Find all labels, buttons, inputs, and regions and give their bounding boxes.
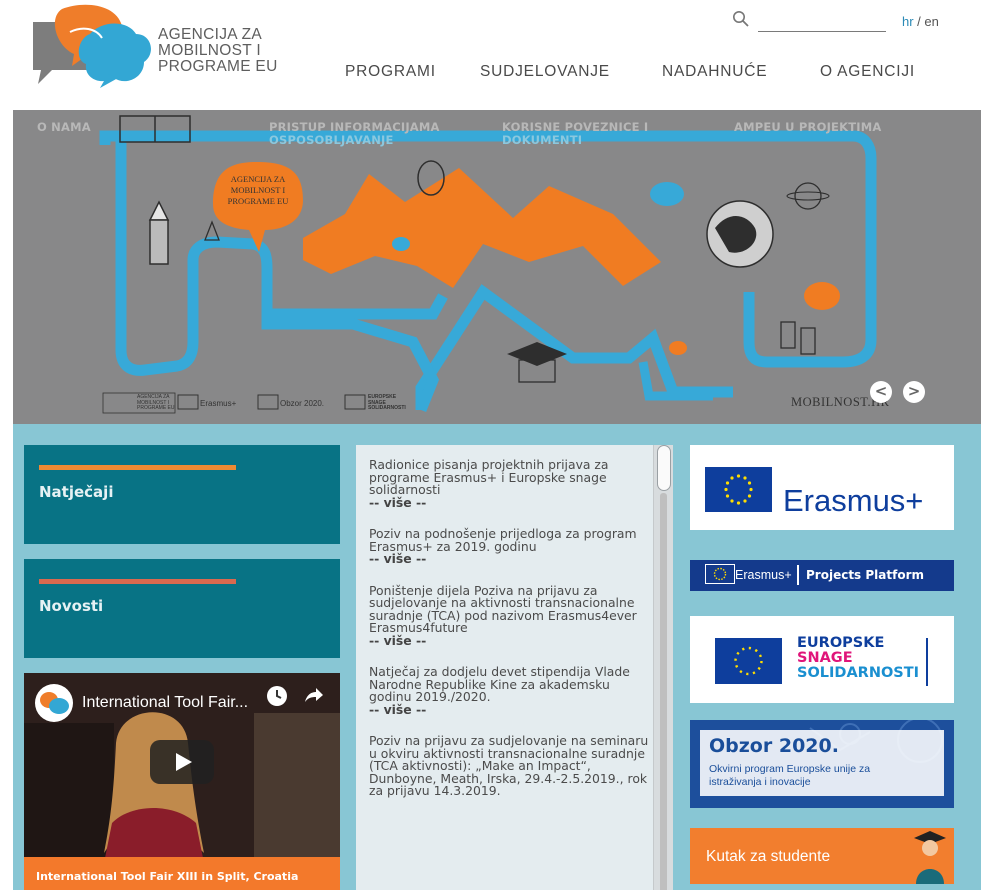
obzor-subtitle-line: Okvirni program Europske unije za bbox=[709, 763, 871, 775]
logo-line: AGENCIJA ZA bbox=[158, 26, 263, 43]
nav-o-agenciji[interactable]: O AGENCIJI bbox=[820, 63, 915, 81]
eu-flag-icon bbox=[705, 564, 735, 584]
novosti-box[interactable]: Novosti bbox=[24, 559, 340, 658]
lang-hr-link[interactable]: hr bbox=[902, 14, 914, 29]
hero-obzor-mini-logo: Obzor 2020. bbox=[280, 399, 325, 408]
news-items: Radionice pisanja projektnih prijava za … bbox=[369, 458, 649, 817]
news-item: Poništenje dijela Poziva na prijavu za s… bbox=[369, 584, 649, 648]
hero-subnav-pristup[interactable]: PRISTUP INFORMACIJAMA OSPOSOBLJAVANJE bbox=[269, 121, 440, 147]
hero-illustration bbox=[99, 115, 877, 414]
subnav-label: AMPEU U PROJEKTIMA bbox=[734, 120, 882, 134]
news-item-text[interactable]: Natječaj za dodjelu devet stipendija Vla… bbox=[369, 665, 649, 704]
news-scrollbar-track[interactable] bbox=[660, 493, 667, 890]
hero-next-button[interactable]: > bbox=[903, 381, 925, 403]
subnav-label: O NAMA bbox=[37, 120, 91, 134]
site-header: AGENCIJA ZA MOBILNOST I PROGRAME EU hr /… bbox=[0, 0, 988, 110]
news-item: Radionice pisanja projektnih prijava za … bbox=[369, 458, 649, 510]
news-more-link[interactable]: -- više -- bbox=[369, 496, 649, 510]
obzor-title: Obzor 2020. bbox=[709, 735, 839, 757]
search-icon[interactable] bbox=[732, 10, 750, 28]
nav-programi[interactable]: PROGRAMI bbox=[345, 63, 436, 81]
video-title[interactable]: International Tool Fair... bbox=[82, 694, 292, 712]
bubble-line: AGENCIJA ZA bbox=[230, 174, 286, 184]
news-list: Radionice pisanja projektnih prijava za … bbox=[356, 445, 673, 890]
hero-bubble-text: AGENCIJA ZA MOBILNOST I PROGRAME EU bbox=[225, 174, 291, 207]
video-caption[interactable]: International Tool Fair XIII in Split, C… bbox=[24, 857, 340, 890]
natjecaji-accent-bar bbox=[39, 465, 236, 470]
news-more-link[interactable]: -- više -- bbox=[369, 634, 649, 648]
lang-separator: / bbox=[913, 14, 925, 29]
nav-nadahnuce[interactable]: NADAHNUĆE bbox=[662, 63, 767, 81]
news-item: Poziv na podnošenje prijedloga za progra… bbox=[369, 527, 649, 566]
natjecaji-box[interactable]: Natječaji bbox=[24, 445, 340, 544]
news-item-text[interactable]: Radionice pisanja projektnih prijava za … bbox=[369, 458, 649, 497]
content-section: Natječaji Novosti International Tool Fai… bbox=[13, 424, 981, 890]
hero-subnav-o-nama[interactable]: O NAMA bbox=[37, 121, 91, 134]
erasmus-bar-right-label: Projects Platform bbox=[806, 568, 925, 582]
divider bbox=[926, 638, 928, 686]
logo-line: MOBILNOST I bbox=[158, 42, 261, 59]
news-item-text[interactable]: Poziv na podnošenje prijedloga za progra… bbox=[369, 527, 649, 553]
share-icon[interactable] bbox=[302, 685, 324, 707]
play-button-icon[interactable] bbox=[150, 740, 214, 784]
eu-flag-icon bbox=[705, 467, 772, 512]
hero-agency-mini-logo: AGENCIJA ZA MOBILNOST I PROGRAME EU bbox=[137, 394, 175, 412]
mini-logo-line: PROGRAME EU bbox=[137, 405, 175, 411]
subnav-label-secondary: OSPOSOBLJAVANJE bbox=[269, 133, 394, 147]
kutak-za-studente-banner[interactable]: Kutak za studente bbox=[690, 828, 954, 884]
news-item: Poziv na prijavu za sudjelovanje na semi… bbox=[369, 734, 649, 798]
news-more-link[interactable]: -- više -- bbox=[369, 552, 649, 566]
obzor-subtitle-line: istraživanja i inovacije bbox=[709, 775, 811, 788]
erasmus-plus-label: Erasmus+ bbox=[783, 483, 924, 518]
hero-prev-button[interactable]: < bbox=[870, 381, 892, 403]
eu-flag-icon bbox=[715, 638, 782, 684]
nav-sudjelovanje[interactable]: SUDJELOVANJE bbox=[480, 63, 610, 81]
mini-logo-line: SOLIDARNOSTI bbox=[368, 405, 406, 411]
natjecaji-label: Natječaji bbox=[39, 483, 114, 501]
news-more-link[interactable]: -- više -- bbox=[369, 703, 649, 717]
hero-subnav-ampeu[interactable]: AMPEU U PROJEKTIMA bbox=[734, 121, 882, 134]
language-switcher: hr / en bbox=[902, 14, 939, 29]
news-item-text[interactable]: Poziv na prijavu za sudjelovanje na semi… bbox=[369, 734, 649, 798]
obzor-subtitle: Okvirni program Europske unije za istraž… bbox=[709, 763, 870, 788]
hero-banner: O NAMA PRISTUP INFORMACIJAMA OSPOSOBLJAV… bbox=[13, 110, 981, 424]
erasmus-bar-left-label: Erasmus+ bbox=[735, 568, 792, 582]
subnav-label-secondary: DOKUMENTI bbox=[502, 133, 583, 147]
hero-esc-mini-logo: EUROPSKE SNAGE SOLIDARNOSTI bbox=[368, 394, 406, 412]
novosti-accent-bar bbox=[39, 579, 236, 584]
esc-text: EUROPSKE SNAGE SOLIDARNOSTI bbox=[797, 636, 919, 681]
obzor-2020-banner[interactable]: Obzor 2020. Okvirni program Europske uni… bbox=[690, 720, 954, 808]
esc-line: SOLIDARNOSTI bbox=[797, 665, 920, 681]
lang-en-link[interactable]: en bbox=[924, 14, 938, 29]
clock-icon[interactable] bbox=[266, 685, 288, 707]
search-input[interactable] bbox=[758, 10, 886, 32]
erasmus-plus-banner[interactable]: Erasmus+ bbox=[690, 445, 954, 530]
channel-avatar[interactable] bbox=[34, 683, 74, 723]
news-scrollbar-thumb[interactable] bbox=[657, 445, 671, 491]
main-nav: PROGRAMI SUDJELOVANJE NADAHNUĆE O AGENCI… bbox=[0, 63, 988, 85]
video-embed[interactable]: International Tool Fair... International… bbox=[24, 673, 340, 890]
bubble-line: MOBILNOST I bbox=[230, 185, 286, 195]
bubble-line: PROGRAME EU bbox=[227, 196, 289, 206]
erasmus-projects-platform-banner[interactable]: Erasmus+ Projects Platform bbox=[690, 560, 954, 591]
hero-subnav-poveznice[interactable]: KORISNE POVEZNICE I DOKUMENTI bbox=[502, 121, 648, 147]
hero-erasmus-mini-logo: Erasmus+ bbox=[200, 399, 237, 408]
news-scrollbar[interactable] bbox=[653, 445, 673, 890]
european-solidarity-corps-banner[interactable]: EUROPSKE SNAGE SOLIDARNOSTI bbox=[690, 616, 954, 703]
divider bbox=[797, 565, 799, 585]
novosti-label: Novosti bbox=[39, 597, 104, 615]
news-item: Natječaj za dodjelu devet stipendija Vla… bbox=[369, 665, 649, 717]
news-item-text[interactable]: Poništenje dijela Poziva na prijavu za s… bbox=[369, 584, 649, 635]
esc-line: SNAGE bbox=[797, 650, 853, 666]
kutak-label: Kutak za studente bbox=[706, 848, 831, 865]
student-icon bbox=[914, 831, 946, 884]
esc-line: EUROPSKE bbox=[797, 635, 885, 651]
